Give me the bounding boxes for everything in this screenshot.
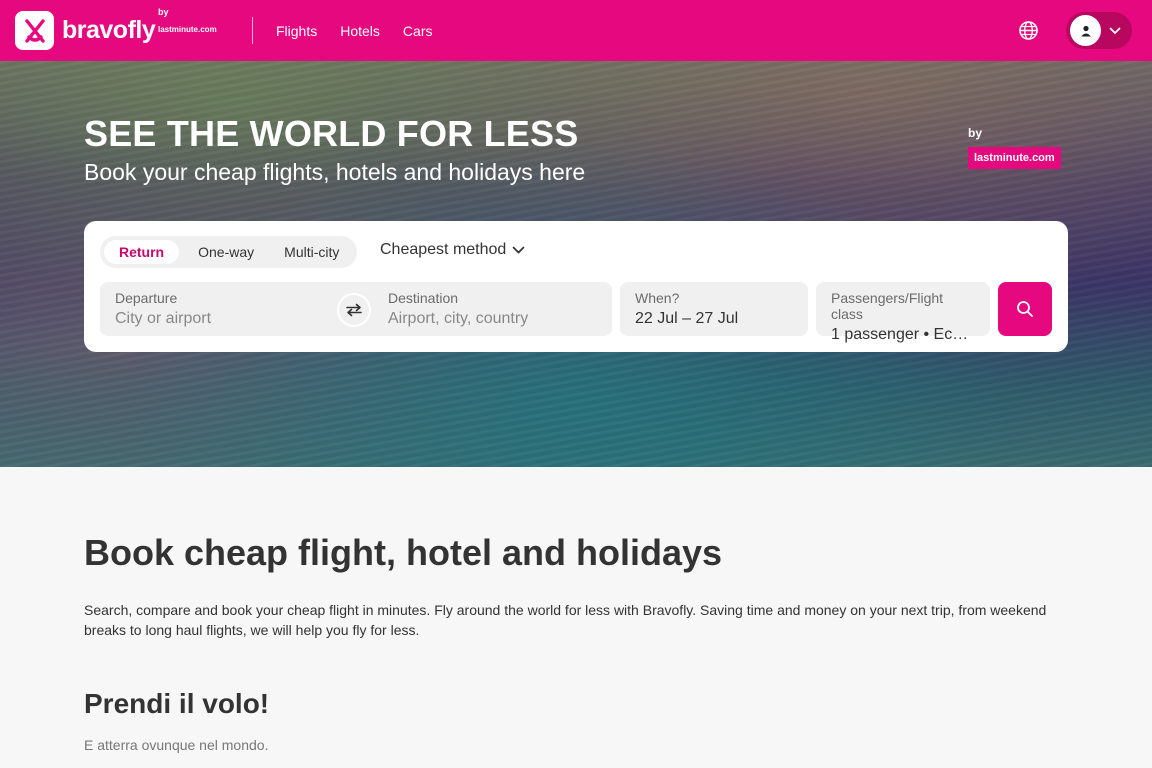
flight-search-card: Return One-way Multi-city Cheapest metho… [84, 221, 1068, 352]
trip-return[interactable]: Return [104, 240, 180, 264]
swap-arrows-icon [346, 303, 362, 317]
passengers-value: 1 passenger • Economy [831, 326, 975, 343]
trip-one-way[interactable]: One-way [183, 240, 269, 264]
nav-flights[interactable]: Flights [276, 23, 317, 39]
destination-label: Destination [388, 290, 459, 306]
chevron-down-icon [1109, 27, 1121, 34]
sort-method-dropdown[interactable]: Cheapest method [380, 241, 525, 259]
page-heading: Book cheap flight, hotel and holidays [84, 532, 723, 573]
swap-airports-button[interactable] [337, 293, 371, 327]
brand-parent-label: lastminute.com [158, 25, 217, 34]
brand-parent: by lastminute.com [158, 3, 217, 39]
nav-cars[interactable]: Cars [403, 23, 433, 39]
bravofly-logo-icon [15, 11, 54, 50]
trip-type-selector: Return One-way Multi-city [100, 236, 357, 268]
partner-logo: lastminute.com [968, 147, 1061, 169]
brand-name: bravofly [62, 16, 156, 44]
main-nav: Flights Hotels Cars [276, 0, 432, 61]
hero-title: SEE THE WORLD FOR LESS [84, 113, 579, 154]
chevron-down-icon [512, 246, 525, 254]
dates-field[interactable]: When? 22 Jul – 27 Jul [620, 282, 808, 336]
bravofly-logo[interactable]: bravofly [15, 11, 156, 50]
sort-method-label: Cheapest method [380, 241, 507, 258]
header-divider [252, 17, 253, 44]
passengers-field[interactable]: Passengers/Flight class 1 passenger • Ec… [816, 282, 990, 343]
partner-badge: by lastminute.com [968, 126, 1061, 169]
section-heading: Prendi il volo! [84, 688, 270, 719]
nav-hotels[interactable]: Hotels [340, 23, 380, 39]
partner-by-label: by [968, 126, 983, 140]
account-menu-button[interactable] [1066, 12, 1132, 49]
search-icon [1017, 301, 1033, 317]
dates-value: 22 Jul – 27 Jul [635, 310, 739, 327]
brand-by-label: by [158, 7, 169, 17]
intro-paragraph: Search, compare and book your cheap flig… [84, 602, 1047, 638]
section-subtitle: E atterra ovunque nel mondo. [84, 737, 269, 753]
destination-field[interactable]: Destination Airport, city, country [388, 290, 528, 328]
trip-multi-city[interactable]: Multi-city [269, 240, 354, 264]
top-header: bravofly by lastminute.com Flights Hotel… [0, 0, 1152, 61]
destination-input[interactable]: Airport, city, country [388, 310, 528, 328]
user-avatar-icon [1070, 15, 1101, 46]
search-button[interactable] [998, 282, 1052, 336]
hero-subtitle: Book your cheap flights, hotels and holi… [84, 159, 586, 185]
globe-icon[interactable] [1018, 20, 1039, 41]
passengers-label: Passengers/Flight class [831, 290, 944, 322]
dates-label: When? [635, 290, 680, 306]
